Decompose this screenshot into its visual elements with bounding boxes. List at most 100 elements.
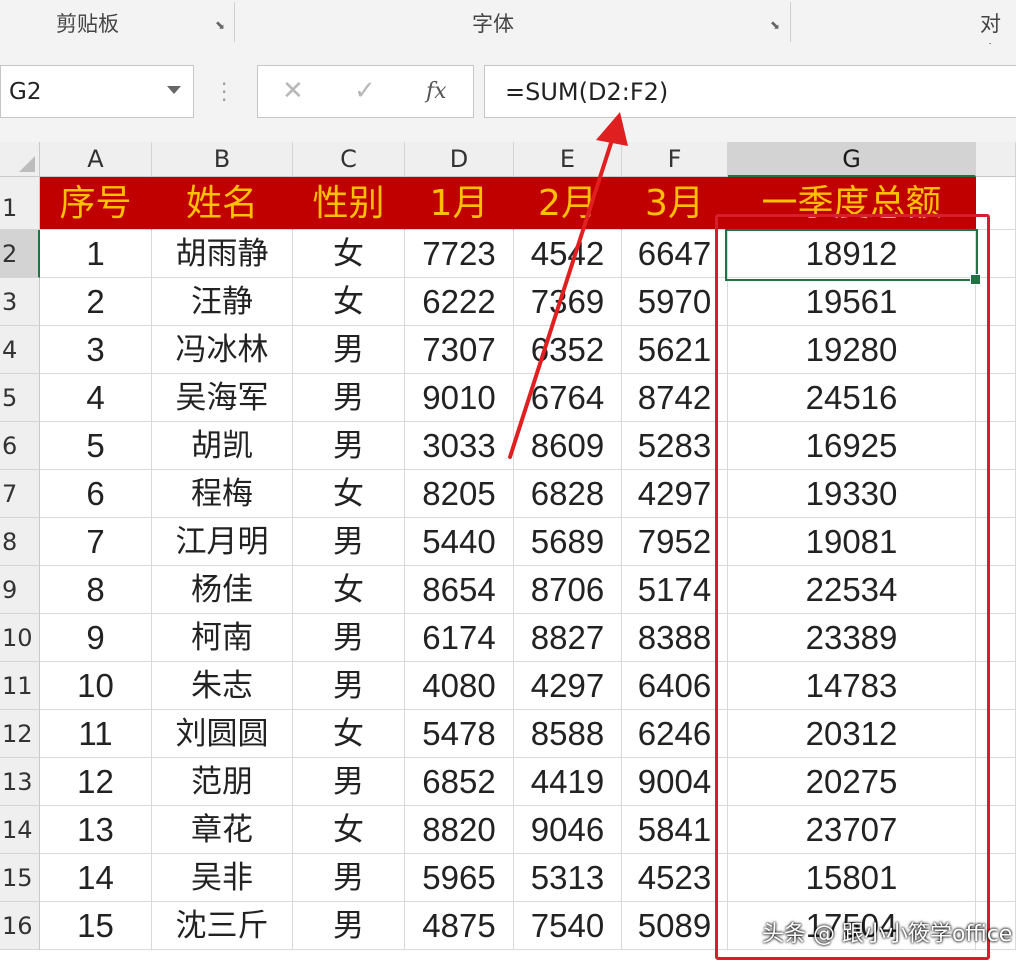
cell-b6[interactable]: 胡凯 bbox=[152, 422, 293, 470]
clipboard-launcher-icon[interactable]: ⬊ bbox=[213, 18, 227, 32]
cell-g12[interactable]: 20312 bbox=[728, 710, 976, 758]
empty-cell[interactable] bbox=[976, 518, 1016, 566]
cell-f8[interactable]: 7952 bbox=[622, 518, 728, 566]
cell-f16[interactable]: 5089 bbox=[622, 902, 728, 950]
cell-a15[interactable]: 14 bbox=[40, 854, 152, 902]
cell-f15[interactable]: 4523 bbox=[622, 854, 728, 902]
header-cell[interactable]: 2月 bbox=[514, 177, 622, 230]
more-options-icon[interactable]: · · · bbox=[221, 74, 227, 110]
row-header-10[interactable]: 10 bbox=[0, 614, 40, 662]
cell-g8[interactable]: 19081 bbox=[728, 518, 976, 566]
cell-d6[interactable]: 3033 bbox=[405, 422, 514, 470]
cell-b14[interactable]: 章花 bbox=[152, 806, 293, 854]
cell-f9[interactable]: 5174 bbox=[622, 566, 728, 614]
cell-e10[interactable]: 8827 bbox=[514, 614, 622, 662]
cell-d15[interactable]: 5965 bbox=[405, 854, 514, 902]
fill-handle[interactable] bbox=[970, 274, 981, 285]
cell-b5[interactable]: 吴海军 bbox=[152, 374, 293, 422]
chevron-down-icon[interactable] bbox=[167, 86, 181, 94]
cell-a6[interactable]: 5 bbox=[40, 422, 152, 470]
cell-d16[interactable]: 4875 bbox=[405, 902, 514, 950]
row-header-2[interactable]: 2 bbox=[0, 230, 40, 278]
cell-b16[interactable]: 沈三斤 bbox=[152, 902, 293, 950]
header-cell[interactable]: 一季度总额 bbox=[728, 177, 976, 230]
empty-cell[interactable] bbox=[976, 566, 1016, 614]
cell-e3[interactable]: 7369 bbox=[514, 278, 622, 326]
column-header-b[interactable]: B bbox=[152, 142, 293, 177]
row-header-4[interactable]: 4 bbox=[0, 326, 40, 374]
cell-d8[interactable]: 5440 bbox=[405, 518, 514, 566]
cell-b12[interactable]: 刘圆圆 bbox=[152, 710, 293, 758]
cell-f5[interactable]: 8742 bbox=[622, 374, 728, 422]
cell-f3[interactable]: 5970 bbox=[622, 278, 728, 326]
row-header-11[interactable]: 11 bbox=[0, 662, 40, 710]
cell-f7[interactable]: 4297 bbox=[622, 470, 728, 518]
empty-cell[interactable] bbox=[976, 326, 1016, 374]
cell-f2[interactable]: 6647 bbox=[622, 230, 728, 278]
cell-f6[interactable]: 5283 bbox=[622, 422, 728, 470]
header-cell[interactable]: 3月 bbox=[622, 177, 728, 230]
insert-function-icon[interactable]: fx bbox=[426, 79, 447, 104]
cell-a14[interactable]: 13 bbox=[40, 806, 152, 854]
cell-e8[interactable]: 5689 bbox=[514, 518, 622, 566]
row-header-12[interactable]: 12 bbox=[0, 710, 40, 758]
cell-e4[interactable]: 6352 bbox=[514, 326, 622, 374]
cell-e11[interactable]: 4297 bbox=[514, 662, 622, 710]
cell-g3[interactable]: 19561 bbox=[728, 278, 976, 326]
cell-b4[interactable]: 冯冰林 bbox=[152, 326, 293, 374]
cell-b8[interactable]: 江月明 bbox=[152, 518, 293, 566]
cell-g2[interactable]: 18912 bbox=[728, 230, 976, 278]
cell-g5[interactable]: 24516 bbox=[728, 374, 976, 422]
cell-g6[interactable]: 16925 bbox=[728, 422, 976, 470]
row-header-1[interactable]: 1 bbox=[0, 177, 40, 230]
cell-e6[interactable]: 8609 bbox=[514, 422, 622, 470]
cell-c7[interactable]: 女 bbox=[293, 470, 405, 518]
cancel-icon[interactable]: ✕ bbox=[282, 76, 304, 106]
cell-f11[interactable]: 6406 bbox=[622, 662, 728, 710]
cell-e2[interactable]: 4542 bbox=[514, 230, 622, 278]
cell-d14[interactable]: 8820 bbox=[405, 806, 514, 854]
column-header-e[interactable]: E bbox=[514, 142, 622, 177]
cell-e7[interactable]: 6828 bbox=[514, 470, 622, 518]
cell-g13[interactable]: 20275 bbox=[728, 758, 976, 806]
cell-b2[interactable]: 胡雨静 bbox=[152, 230, 293, 278]
cell-d7[interactable]: 8205 bbox=[405, 470, 514, 518]
cell-a7[interactable]: 6 bbox=[40, 470, 152, 518]
cell-g9[interactable]: 22534 bbox=[728, 566, 976, 614]
cell-d9[interactable]: 8654 bbox=[405, 566, 514, 614]
cell-c4[interactable]: 男 bbox=[293, 326, 405, 374]
cell-a10[interactable]: 9 bbox=[40, 614, 152, 662]
cell-b3[interactable]: 汪静 bbox=[152, 278, 293, 326]
cell-f12[interactable]: 6246 bbox=[622, 710, 728, 758]
cell-c10[interactable]: 男 bbox=[293, 614, 405, 662]
row-header-6[interactable]: 6 bbox=[0, 422, 40, 470]
cell-a4[interactable]: 3 bbox=[40, 326, 152, 374]
cell-f4[interactable]: 5621 bbox=[622, 326, 728, 374]
row-header-8[interactable]: 8 bbox=[0, 518, 40, 566]
cell-g11[interactable]: 14783 bbox=[728, 662, 976, 710]
cell-g14[interactable]: 23707 bbox=[728, 806, 976, 854]
cell-c11[interactable]: 男 bbox=[293, 662, 405, 710]
empty-cell[interactable] bbox=[976, 230, 1016, 278]
cell-b13[interactable]: 范朋 bbox=[152, 758, 293, 806]
empty-cell[interactable] bbox=[976, 806, 1016, 854]
cell-c3[interactable]: 女 bbox=[293, 278, 405, 326]
cell-b7[interactable]: 程梅 bbox=[152, 470, 293, 518]
row-header-13[interactable]: 13 bbox=[0, 758, 40, 806]
empty-cell[interactable] bbox=[976, 710, 1016, 758]
cell-e16[interactable]: 7540 bbox=[514, 902, 622, 950]
cell-e13[interactable]: 4419 bbox=[514, 758, 622, 806]
cell-c5[interactable]: 男 bbox=[293, 374, 405, 422]
cell-b15[interactable]: 吴非 bbox=[152, 854, 293, 902]
row-header-9[interactable]: 9 bbox=[0, 566, 40, 614]
cell-g15[interactable]: 15801 bbox=[728, 854, 976, 902]
cell-c16[interactable]: 男 bbox=[293, 902, 405, 950]
cell-f14[interactable]: 5841 bbox=[622, 806, 728, 854]
cell-e5[interactable]: 6764 bbox=[514, 374, 622, 422]
cell-a2[interactable]: 1 bbox=[40, 230, 152, 278]
cell-b9[interactable]: 杨佳 bbox=[152, 566, 293, 614]
header-cell[interactable]: 1月 bbox=[405, 177, 514, 230]
cell-b10[interactable]: 柯南 bbox=[152, 614, 293, 662]
cell-c13[interactable]: 男 bbox=[293, 758, 405, 806]
empty-cell[interactable] bbox=[976, 374, 1016, 422]
